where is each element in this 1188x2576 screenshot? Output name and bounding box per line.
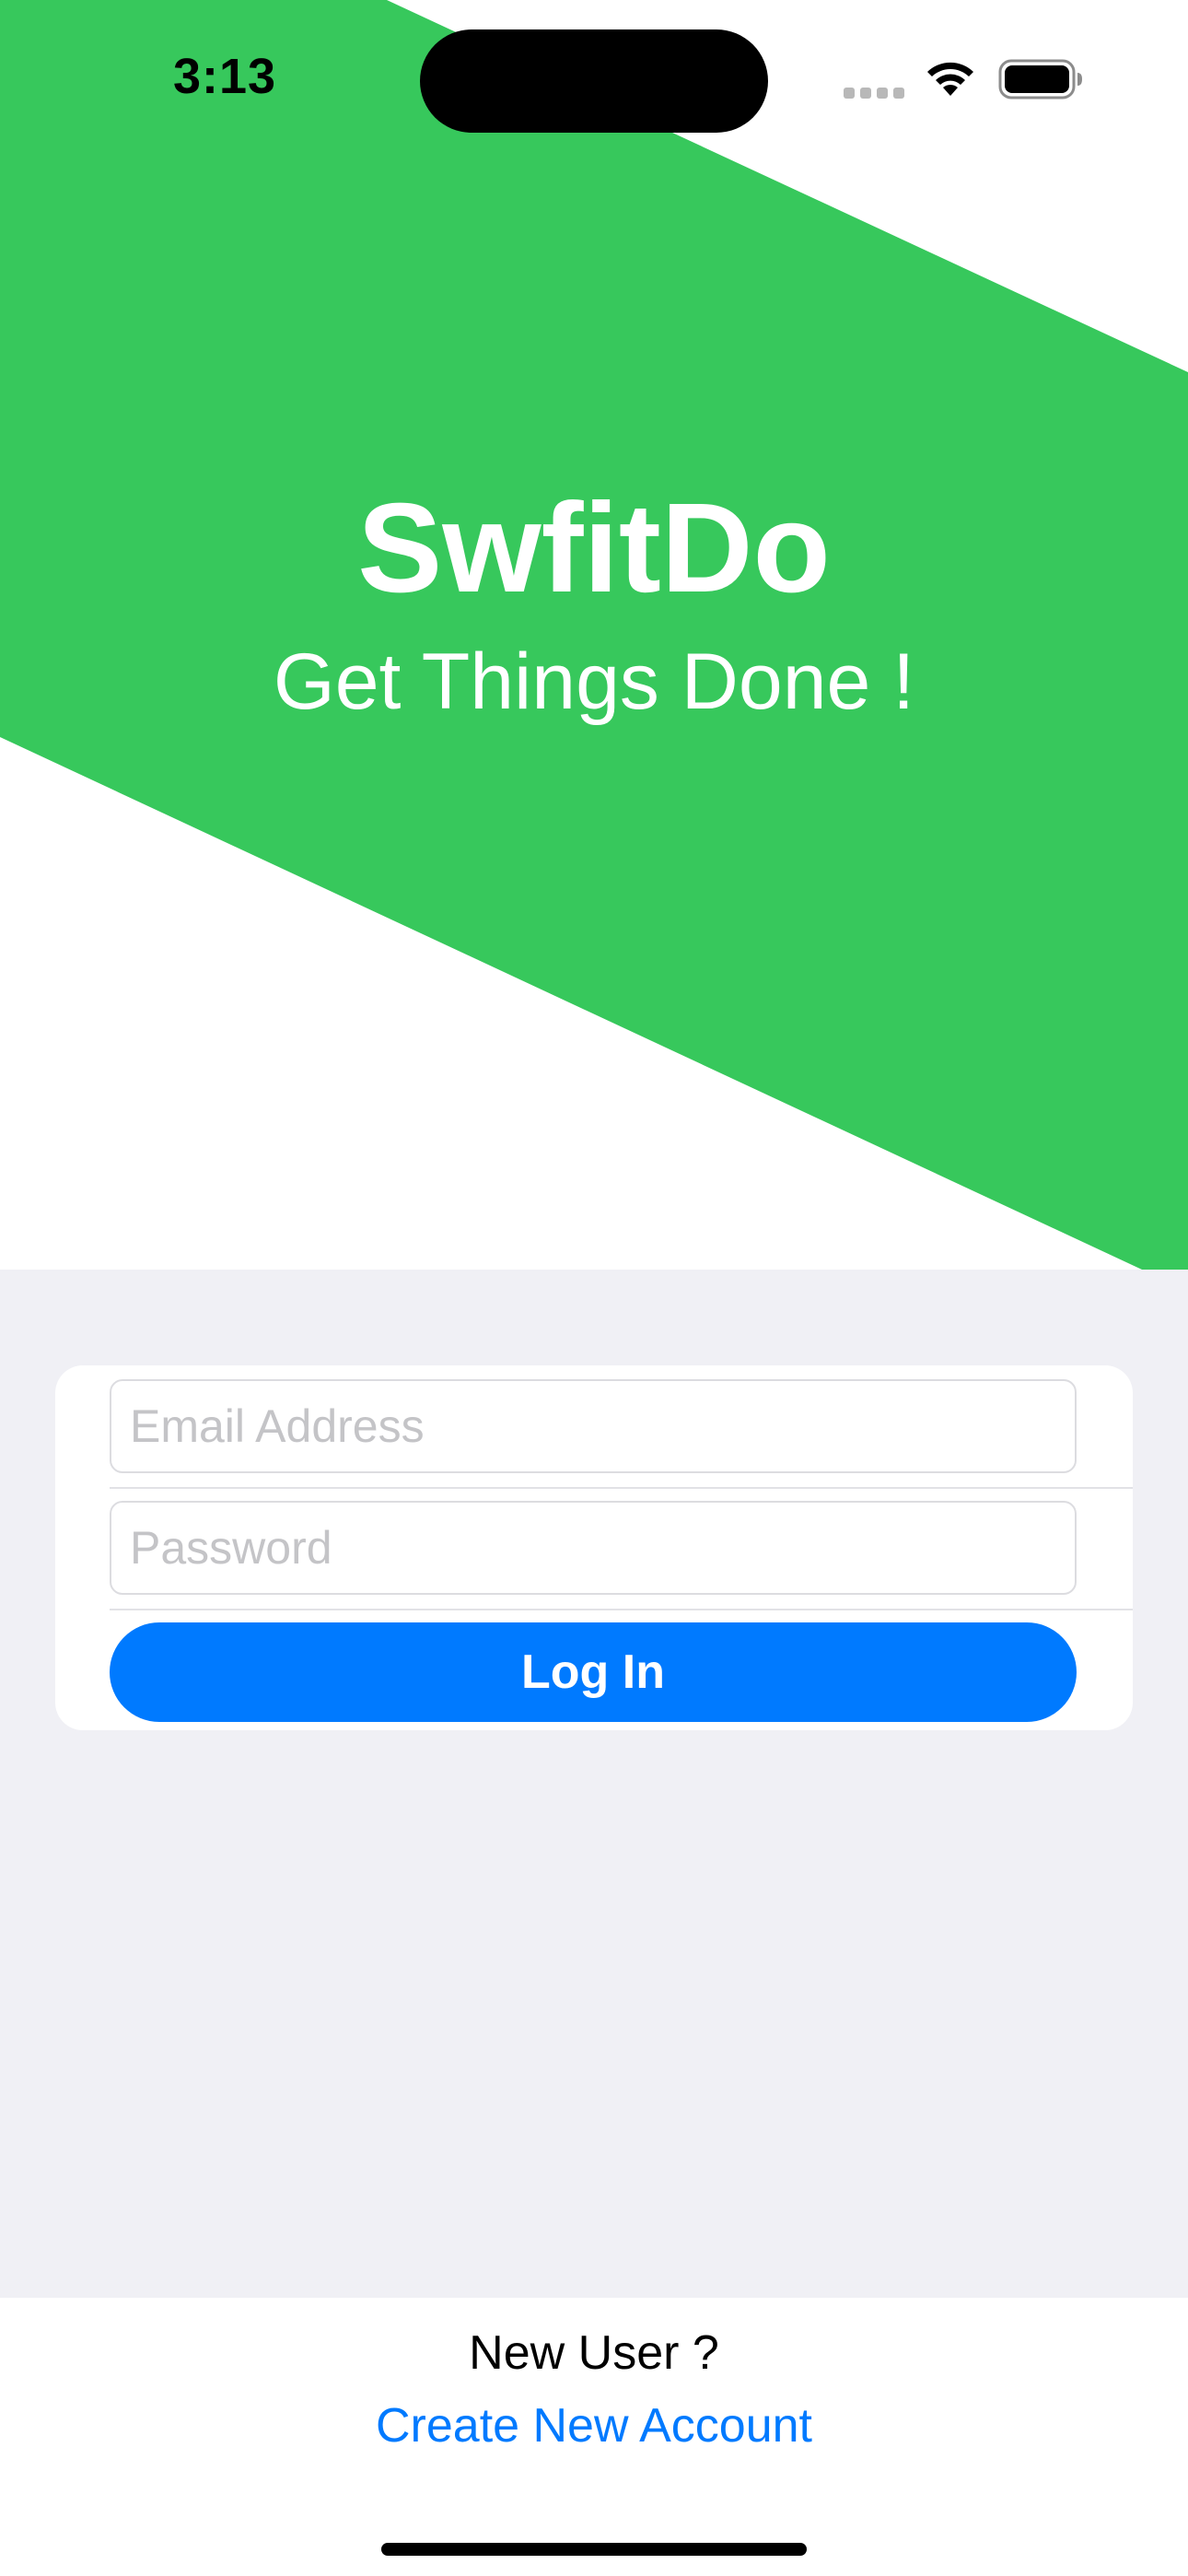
battery-icon (998, 59, 1082, 100)
divider (110, 1487, 1133, 1489)
email-field[interactable] (110, 1379, 1077, 1473)
password-field[interactable] (110, 1501, 1077, 1595)
footer: New User ? Create New Account (0, 2298, 1188, 2576)
new-user-label: New User ? (469, 2326, 719, 2380)
status-time: 3:13 (173, 49, 277, 104)
header-banner: 3:13 SwfitDo Get Things Done ! (0, 0, 1188, 1270)
wifi-icon (927, 62, 973, 96)
divider (110, 1609, 1133, 1610)
green-banner-shape (0, 0, 1188, 1270)
home-indicator[interactable] (381, 2543, 807, 2556)
dynamic-island (420, 29, 768, 133)
login-form-area: Log In (0, 1270, 1188, 2298)
create-account-link[interactable]: Create New Account (0, 2398, 1188, 2453)
app-title: SwfitDo (357, 477, 831, 619)
status-bar: 3:13 (0, 0, 1188, 157)
app-tagline: Get Things Done ! (273, 638, 915, 726)
login-form-card: Log In (55, 1365, 1133, 1730)
login-button[interactable]: Log In (110, 1622, 1077, 1722)
signal-icon (844, 88, 904, 99)
